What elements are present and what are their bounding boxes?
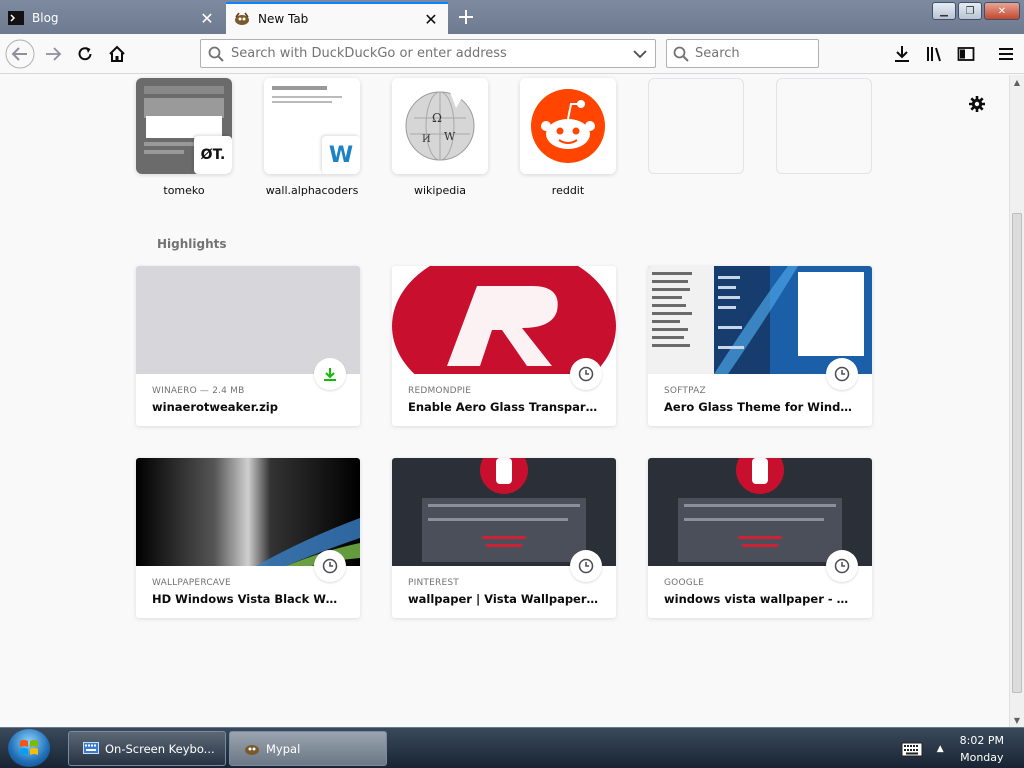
clock-icon (314, 550, 346, 582)
navigation-toolbar (0, 34, 1024, 74)
terminal-icon (8, 10, 24, 26)
card-title: wallpaper | Vista Wallpapers – W... (408, 592, 600, 606)
window-controls: ▁ ❐ ✕ (932, 2, 1020, 20)
tab-new-tab[interactable]: New Tab ✕ (226, 2, 448, 34)
topsite-label: wall.alphacoders (265, 184, 359, 197)
clock-icon (570, 358, 602, 390)
svg-text:Ω: Ω (432, 111, 442, 125)
card-title: Aero Glass Theme for Windows XP (664, 400, 856, 414)
topsite-thumbnail: ØT. (136, 78, 232, 174)
mypal-icon (234, 11, 250, 27)
taskbar: On-Screen Keybo... Mypal ▲ 8:02 PM Monda… (0, 727, 1024, 768)
window-close-icon[interactable]: ✕ (984, 2, 1020, 20)
search-bar[interactable] (666, 39, 819, 68)
chevron-down-icon[interactable] (625, 49, 655, 59)
card-source: WALLPAPERCAVE (152, 578, 231, 588)
forward-arrow-icon[interactable] (37, 38, 69, 70)
tab-blog[interactable]: Blog ✕ (0, 2, 224, 34)
svg-text:W: W (444, 130, 456, 143)
clock-time: 8:02 PM (959, 733, 1004, 747)
svg-text:И: И (422, 134, 431, 145)
topsite-placeholder (776, 78, 872, 174)
topsite-placeholder (648, 78, 744, 174)
topsite-label: tomeko (163, 184, 205, 197)
tab-close-icon[interactable]: ✕ (196, 7, 218, 29)
alphacoders-logo: W (322, 136, 360, 174)
system-tray: ▲ 8:02 PM Monday (901, 728, 1024, 768)
topsite-tomeko[interactable]: ØT. tomeko (136, 78, 232, 197)
minimize-icon[interactable]: ▁ (932, 2, 956, 20)
tab-strip: Blog ✕ New Tab ✕ ▁ ❐ ✕ (0, 0, 1024, 34)
mypal-icon (244, 742, 260, 756)
wikipedia-globe-icon: Ω W И (392, 78, 488, 174)
card-source: PINTEREST (408, 578, 459, 588)
card-title: windows vista wallpaper - Googl... (664, 592, 856, 606)
highlight-card[interactable]: SOFTPAZ Aero Glass Theme for Windows XP (648, 266, 872, 426)
topsite-thumbnail: W (264, 78, 360, 174)
tomeko-logo: ØT. (194, 136, 232, 174)
topsite-wall-alphacoders[interactable]: W wall.alphacoders (264, 78, 360, 197)
highlights-heading: Highlights (157, 237, 227, 251)
card-title: Enable Aero Glass Transparency ... (408, 400, 600, 414)
card-title: HD Windows Vista Black Wallpa... (152, 592, 344, 606)
download-icon (314, 358, 346, 390)
tab-close-icon[interactable]: ✕ (420, 8, 442, 30)
vertical-scrollbar[interactable]: ▲ ▼ (1009, 75, 1024, 727)
highlight-card[interactable]: WALLPAPERCAVE HD Windows Vista Black Wal… (136, 458, 360, 618)
clock[interactable]: 8:02 PM Monday (960, 732, 1004, 766)
search-icon (201, 46, 231, 62)
url-input[interactable] (231, 46, 625, 61)
taskbar-item-onscreen-keyboard[interactable]: On-Screen Keybo... (68, 731, 226, 766)
card-source: GOOGLE (664, 578, 705, 588)
home-icon[interactable] (101, 38, 133, 70)
taskbar-item-mypal[interactable]: Mypal (229, 731, 387, 766)
clock-icon (570, 550, 602, 582)
highlight-card[interactable]: REDMONDPIE Enable Aero Glass Transparenc… (392, 266, 616, 426)
back-arrow-icon[interactable] (4, 38, 36, 70)
topsite-label: wikipedia (413, 184, 466, 197)
topsite-reddit[interactable]: reddit (520, 78, 616, 197)
tab-title: New Tab (258, 12, 309, 26)
clock-icon (826, 550, 858, 582)
search-icon (667, 46, 695, 62)
tab-title: Blog (32, 11, 59, 25)
topsite-wikipedia[interactable]: Ω W И wikipedia (392, 78, 488, 197)
reload-icon[interactable] (69, 38, 101, 70)
scrollbar-thumb[interactable] (1012, 213, 1022, 693)
show-hidden-icons-icon[interactable]: ▲ (937, 744, 944, 754)
new-tab-page: ØT. tomeko W wall.alphacoders Ω W И wiki… (0, 75, 1009, 727)
library-icon[interactable] (918, 38, 950, 70)
card-source: REDMONDPIE (408, 386, 472, 396)
sidebar-icon[interactable] (950, 38, 982, 70)
card-title: winaerotweaker.zip (152, 400, 278, 414)
downloads-icon[interactable] (886, 38, 918, 70)
highlight-card[interactable]: PINTEREST wallpaper | Vista Wallpapers –… (392, 458, 616, 618)
card-source: WINAERO — 2.4 MB (152, 386, 245, 396)
reddit-alien-icon (520, 78, 616, 174)
topsite-label: reddit (551, 184, 585, 197)
windows-logo-icon (20, 740, 38, 755)
gear-icon[interactable] (966, 93, 988, 115)
hamburger-menu-icon[interactable] (990, 38, 1022, 70)
highlight-card[interactable]: WINAERO — 2.4 MB winaerotweaker.zip (136, 266, 360, 426)
scroll-down-icon[interactable]: ▼ (1010, 713, 1024, 727)
clock-day: Monday (960, 750, 1004, 764)
keyboard-icon (83, 741, 99, 756)
topsite-empty (776, 78, 872, 174)
highlight-card[interactable]: GOOGLE windows vista wallpaper - Googl..… (648, 458, 872, 618)
start-button[interactable] (8, 729, 50, 767)
touch-keyboard-icon[interactable] (901, 740, 923, 758)
clock-icon (826, 358, 858, 390)
topsite-thumbnail (520, 78, 616, 174)
taskbar-item-label: On-Screen Keybo... (105, 741, 215, 756)
maximize-icon[interactable]: ❐ (958, 2, 982, 20)
topsite-thumbnail: Ω W И (392, 78, 488, 174)
new-tab-plus-icon[interactable] (452, 4, 480, 30)
taskbar-item-label: Mypal (266, 741, 301, 756)
topsite-empty (648, 78, 744, 174)
scroll-up-icon[interactable]: ▲ (1010, 75, 1024, 89)
search-input[interactable] (695, 46, 818, 61)
address-bar[interactable] (200, 39, 656, 68)
card-source: SOFTPAZ (664, 386, 706, 396)
